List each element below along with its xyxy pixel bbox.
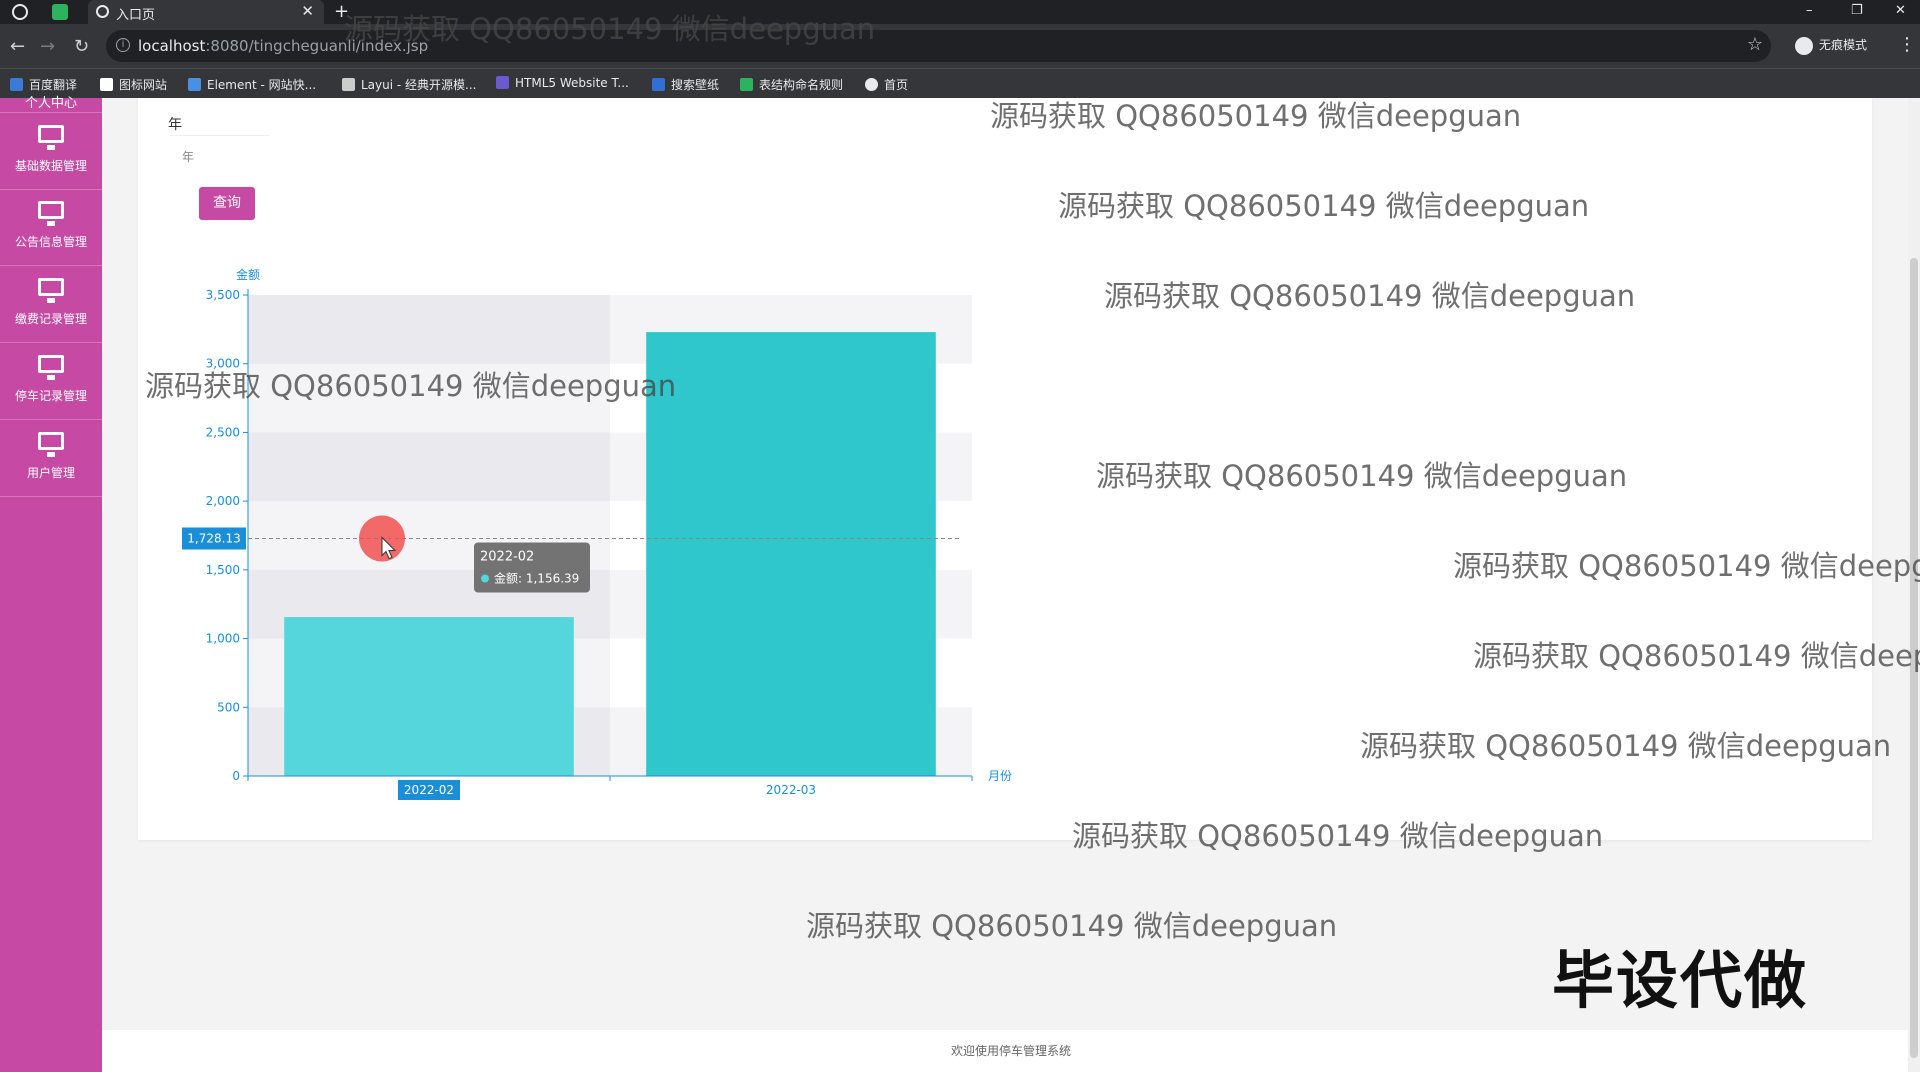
sidebar-item-payments[interactable]: 缴费记录管理 — [0, 266, 102, 343]
bookmark-star-icon[interactable]: ☆ — [1747, 34, 1763, 55]
window-close-icon[interactable]: ✕ — [1895, 0, 1906, 22]
watermark-text: 源码获取 QQ86050149 微信deepguan — [1096, 459, 1628, 493]
bookmark-favicon-icon — [740, 78, 753, 91]
y-tick-label: 2,500 — [206, 425, 240, 439]
monitor-icon — [38, 355, 64, 380]
bookmark-favicon-icon — [496, 76, 509, 89]
bookmark-favicon-icon — [652, 78, 665, 91]
sidebar-item-notices[interactable]: 公告信息管理 — [0, 189, 102, 266]
forward-icon[interactable]: → — [40, 36, 55, 57]
watermark-text: 源码获取 QQ86050149 微信deepguan — [1058, 189, 1590, 223]
bookmark-favicon-icon — [10, 78, 23, 91]
back-icon[interactable]: ← — [10, 36, 25, 57]
y-axis-title: 金额 — [236, 267, 260, 282]
tooltip-marker — [481, 574, 489, 583]
bookmark-item[interactable]: 百度翻译 — [10, 76, 77, 93]
bookmark-favicon-icon — [342, 78, 355, 91]
incognito-icon — [1795, 36, 1813, 55]
watermark-text: 源码获取 QQ86050149 微信deepguan — [1072, 819, 1604, 853]
bookmark-item[interactable]: Layui - 经典开源模... — [342, 76, 476, 93]
bookmark-item[interactable]: 表结构命名规则 — [740, 76, 843, 93]
active-tab[interactable]: 入口页 ✕ — [88, 0, 324, 24]
reload-icon[interactable]: ↻ — [74, 36, 89, 57]
tooltip-title: 2022-02 — [480, 550, 534, 565]
bookmark-item[interactable]: 首页 — [865, 76, 908, 93]
tab-title: 入口页 — [116, 8, 156, 23]
sidebar: 个人中心 基础数据管理 公告信息管理 缴费记录管理 停车记录管理 用户管理 — [0, 96, 102, 1072]
incognito-label: 无痕模式 — [1819, 38, 1868, 52]
bookmark-item[interactable]: Element - 网站快... — [188, 76, 316, 93]
y-tick-label: 500 — [217, 700, 240, 714]
incognito-indicator[interactable]: 无痕模式 — [1795, 36, 1867, 55]
monitor-icon — [38, 432, 64, 457]
pointer-label: 1,728.13 — [187, 532, 240, 546]
watermark-text: 源码获取 QQ86050149 微信deepguan — [1473, 639, 1920, 673]
minimize-icon[interactable]: – — [1806, 0, 1813, 22]
browser-menu-icon[interactable]: ⋮ — [1898, 34, 1916, 55]
x-axis-title: 月份 — [988, 769, 1012, 783]
url-host: localhost — [138, 37, 206, 55]
tooltip-value: 金额: 1,156.39 — [494, 571, 579, 586]
promo-stamp: 毕设代做 — [1552, 944, 1809, 1017]
bookmark-favicon-icon — [188, 78, 201, 91]
y-tick-label: 2,000 — [206, 494, 240, 508]
bookmark-item[interactable]: HTML5 Website T... — [496, 76, 629, 90]
y-tick-label: 3,500 — [206, 288, 240, 302]
watermark-text: 源码获取 QQ86050149 微信deepguan — [344, 12, 876, 46]
watermark-text: 源码获取 QQ86050149 微信deepguan — [1360, 729, 1892, 763]
bookmark-favicon-icon — [865, 78, 878, 91]
browser-logo-icon — [12, 4, 28, 20]
pinned-tab-icon[interactable] — [52, 4, 68, 20]
query-button[interactable]: 查询 — [199, 187, 255, 220]
monitor-icon — [38, 125, 64, 150]
site-info-icon[interactable]: i — [116, 38, 130, 52]
sidebar-item-parking-records[interactable]: 停车记录管理 — [0, 343, 102, 420]
monitor-icon — [38, 278, 64, 303]
sidebar-item-users[interactable]: 用户管理 — [0, 420, 102, 497]
restore-icon[interactable]: ❐ — [1851, 0, 1863, 22]
watermark-text: 源码获取 QQ86050149 微信deepguan — [806, 909, 1338, 943]
watermark-text: 源码获取 QQ86050149 微信deepguan — [990, 99, 1522, 133]
watermark-text: 源码获取 QQ86050149 微信deepguan — [1104, 279, 1636, 313]
close-tab-icon[interactable]: ✕ — [301, 2, 314, 20]
sidebar-item-profile[interactable]: 个人中心 — [0, 92, 102, 111]
bookmark-item[interactable]: 搜索壁纸 — [652, 76, 719, 93]
monitor-icon — [38, 201, 64, 226]
y-tick-label: 0 — [232, 769, 240, 783]
bookmark-item[interactable]: 图标网站 — [100, 76, 167, 93]
watermark-text: 源码获取 QQ86050149 微信deepguan — [1453, 549, 1920, 583]
revenue-bar-chart[interactable]: 05001,0001,5002,0002,5003,0003,500金额2022… — [160, 260, 1040, 800]
globe-icon — [96, 5, 109, 18]
year-input[interactable]: 年 — [170, 135, 270, 175]
page-scrollbar[interactable] — [1908, 98, 1920, 1072]
year-label: 年 — [168, 117, 182, 133]
browser-tabbar: 入口页 ✕ + – ❐ ✕ — [0, 0, 1920, 24]
bar[interactable] — [284, 617, 574, 776]
x-tick-label: 2022-03 — [766, 783, 816, 797]
watermark-text: 源码获取 QQ86050149 微信deepguan — [145, 369, 677, 403]
x-tick-label: 2022-02 — [404, 783, 454, 797]
y-tick-label: 1,500 — [206, 563, 240, 577]
address-toolbar: ← → ↻ i localhost:8080/tingcheguanli/ind… — [0, 24, 1920, 68]
bookmark-favicon-icon — [100, 78, 113, 91]
y-tick-label: 1,000 — [206, 632, 240, 646]
footer: 欢迎使用停车管理系统 — [102, 1030, 1920, 1072]
bar[interactable] — [646, 332, 936, 776]
sidebar-item-basic-data[interactable]: 基础数据管理 — [0, 112, 102, 190]
bookmarks-bar: 百度翻译 图标网站 Element - 网站快... Layui - 经典开源模… — [0, 68, 1920, 98]
